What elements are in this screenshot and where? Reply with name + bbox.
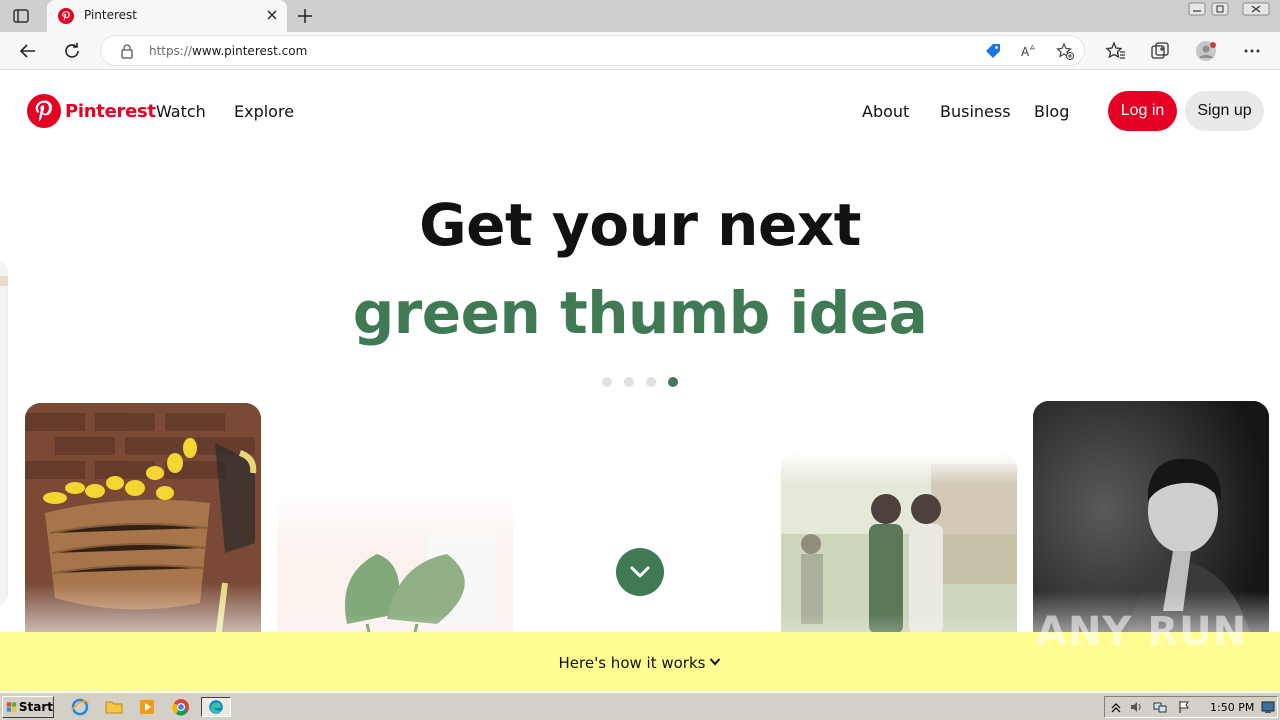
url-text[interactable]: https://www.pinterest.com xyxy=(149,44,307,58)
network-icon[interactable] xyxy=(1153,700,1167,714)
carousel-dot[interactable] xyxy=(646,377,656,387)
clock: 1:50 PM xyxy=(1210,701,1255,714)
how-it-works-label: Here's how it works xyxy=(558,654,706,672)
os-taskbar: Start 1:50 PM xyxy=(0,692,1280,720)
partial-card-stripe xyxy=(0,276,8,286)
carousel-dots xyxy=(602,377,678,387)
windows-flag-icon xyxy=(6,702,17,712)
browser-toolbar: https://www.pinterest.com A A xyxy=(0,32,1280,70)
nav-business[interactable]: Business xyxy=(940,102,1011,121)
show-desktop-icon[interactable] xyxy=(1261,700,1275,714)
svg-text:A: A xyxy=(1030,44,1035,52)
partial-card xyxy=(0,258,8,608)
hero-subline: green thumb idea xyxy=(352,279,928,347)
profile-icon[interactable] xyxy=(1195,40,1217,62)
svg-text:A: A xyxy=(1021,45,1030,59)
logo-wordmark: Pinterest xyxy=(65,100,156,122)
pinterest-page: Pinterest Watch Explore About Business B… xyxy=(0,71,1280,691)
start-label: Start xyxy=(18,700,53,714)
hero-headline: Get your next xyxy=(419,191,861,259)
login-button[interactable]: Log in xyxy=(1108,91,1177,131)
more-icon[interactable] xyxy=(1241,40,1263,62)
nav-about[interactable]: About xyxy=(862,102,909,121)
tab-title: Pinterest xyxy=(84,8,138,22)
pinterest-logo[interactable]: Pinterest xyxy=(27,94,156,128)
watermark: ANY RUN xyxy=(1036,609,1248,655)
maximize-icon[interactable] xyxy=(1206,0,1236,18)
read-aloud-icon[interactable]: A A xyxy=(1020,42,1038,60)
url-host: www.pinterest.com xyxy=(192,44,308,58)
window-close-icon[interactable] xyxy=(1241,0,1271,18)
lock-icon[interactable] xyxy=(119,43,135,59)
shopping-tag-icon[interactable] xyxy=(984,42,1002,60)
carousel-dot[interactable] xyxy=(602,377,612,387)
address-bar[interactable]: https://www.pinterest.com A A xyxy=(100,35,1085,66)
action-center-flag-icon[interactable] xyxy=(1177,700,1191,714)
edge-icon[interactable] xyxy=(201,697,231,717)
scroll-down-button[interactable] xyxy=(616,548,664,596)
browser-tab[interactable]: Pinterest xyxy=(47,0,287,32)
nav-blog[interactable]: Blog xyxy=(1034,102,1069,121)
media-player-icon[interactable] xyxy=(136,697,158,717)
folder-icon[interactable] xyxy=(103,697,125,717)
add-favorite-icon[interactable] xyxy=(1056,42,1074,60)
back-icon[interactable] xyxy=(17,40,39,62)
pinterest-favicon xyxy=(58,8,74,24)
ie-icon[interactable] xyxy=(69,697,91,717)
how-it-works-link[interactable]: Here's how it works xyxy=(0,654,1280,672)
card-top-fade xyxy=(277,494,513,554)
carousel-dot-active[interactable] xyxy=(668,377,678,387)
chrome-icon[interactable] xyxy=(170,697,192,717)
url-scheme: https:// xyxy=(149,44,193,58)
pinterest-logo-icon xyxy=(27,94,61,128)
tab-strip: Pinterest xyxy=(0,0,1280,32)
chevron-down-icon xyxy=(630,566,650,578)
start-button[interactable]: Start xyxy=(2,696,54,718)
signup-button[interactable]: Sign up xyxy=(1185,91,1264,131)
nav-watch[interactable]: Watch xyxy=(156,102,206,121)
chevron-down-icon xyxy=(710,658,721,666)
nav-explore[interactable]: Explore xyxy=(234,102,294,121)
plus-icon[interactable] xyxy=(296,7,314,25)
card-top-fade xyxy=(781,454,1017,484)
refresh-icon[interactable] xyxy=(61,40,83,62)
carousel-dot[interactable] xyxy=(624,377,634,387)
collections-icon[interactable] xyxy=(1149,40,1171,62)
close-icon[interactable] xyxy=(264,7,280,23)
tray-expand-icon[interactable] xyxy=(1109,700,1123,714)
favorites-icon[interactable] xyxy=(1105,40,1127,62)
tab-sidebar-icon[interactable] xyxy=(12,7,30,25)
pin-card-bike-basket xyxy=(25,403,261,663)
system-tray: 1:50 PM xyxy=(1104,696,1278,718)
volume-icon[interactable] xyxy=(1129,700,1143,714)
